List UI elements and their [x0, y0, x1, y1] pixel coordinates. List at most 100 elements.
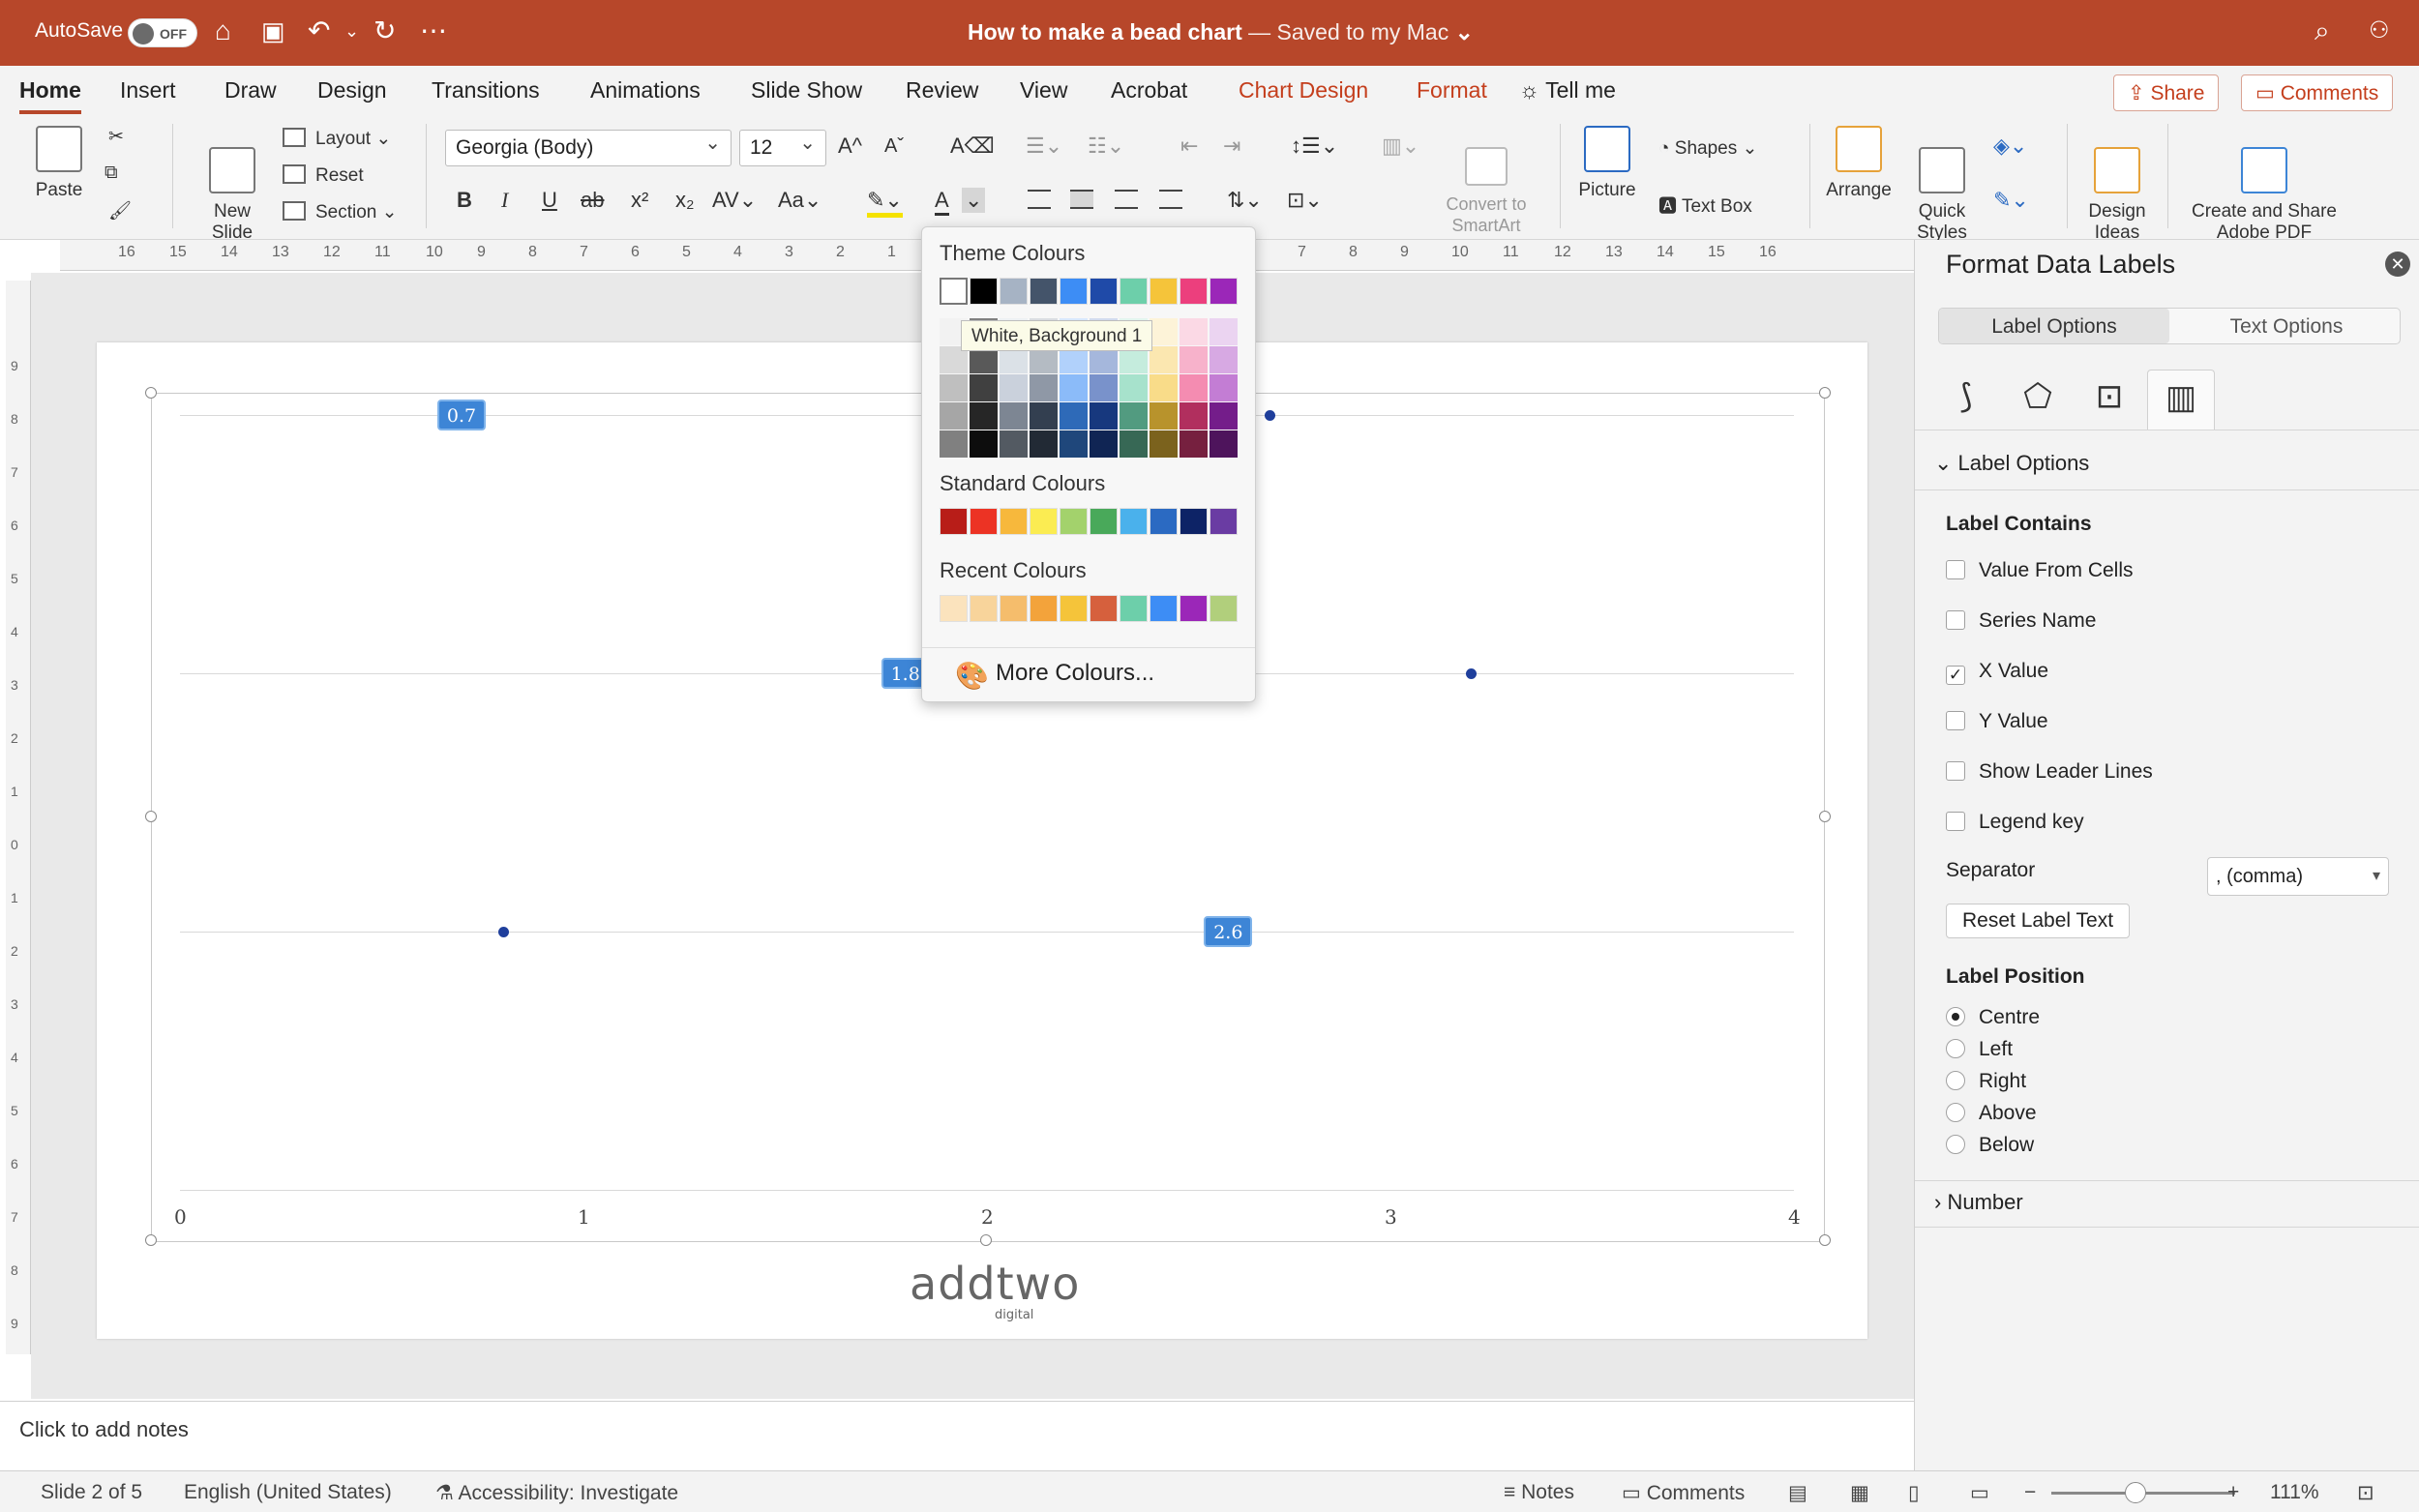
section-button[interactable]: Section ⌄ [283, 201, 398, 223]
resize-handle[interactable] [145, 1234, 157, 1246]
decrease-indent-icon[interactable]: ⇤ [1180, 133, 1198, 159]
zoom-out-icon[interactable]: − [2024, 1481, 2036, 1504]
colour-swatch[interactable] [1060, 402, 1088, 430]
strikethrough-icon[interactable]: ab [581, 188, 604, 213]
picture-button[interactable]: Picture [1571, 126, 1643, 201]
colour-swatch[interactable] [1030, 508, 1058, 535]
design-ideas-button[interactable]: Design Ideas [2078, 126, 2156, 244]
resize-handle[interactable] [980, 1234, 992, 1246]
colour-swatch[interactable] [1150, 402, 1178, 430]
text-box-button[interactable]: 🅰 Text Box [1658, 192, 1752, 218]
align-right-icon[interactable] [1115, 190, 1138, 209]
character-spacing-icon[interactable]: AV⌄ [712, 188, 757, 213]
number-section[interactable]: › Number [1934, 1190, 2023, 1215]
label-options-icon[interactable]: ▥ [2147, 370, 2215, 430]
colour-swatch[interactable] [1090, 508, 1118, 535]
size-properties-icon[interactable]: ⊡ [2076, 370, 2143, 430]
resize-handle[interactable] [145, 387, 157, 399]
tab-slide-show[interactable]: Slide Show [751, 77, 862, 104]
colour-swatch[interactable] [1150, 346, 1178, 373]
tab-label-options[interactable]: Label Options [1939, 309, 2169, 343]
numbering-icon[interactable]: ☷⌄ [1088, 133, 1124, 159]
label-position-option[interactable]: Right [1946, 1070, 2026, 1093]
label-contains-option[interactable]: Series Name [1946, 609, 2096, 633]
colour-swatch[interactable] [1120, 430, 1148, 458]
resize-handle[interactable] [1819, 811, 1831, 822]
bold-icon[interactable]: B [457, 188, 472, 213]
colour-swatch[interactable] [970, 278, 998, 305]
colour-swatch[interactable] [970, 430, 998, 458]
label-contains-option[interactable]: Show Leader Lines [1946, 760, 2153, 784]
colour-swatch[interactable] [1000, 278, 1028, 305]
colour-swatch[interactable] [1000, 508, 1028, 535]
colour-swatch[interactable] [1180, 402, 1208, 430]
zoom-in-icon[interactable]: + [2227, 1481, 2239, 1504]
font-name-select[interactable]: Georgia (Body) [445, 130, 732, 166]
colour-swatch[interactable] [940, 508, 968, 535]
data-label[interactable]: 0.7 [436, 400, 487, 430]
highlight-icon[interactable]: ✎⌄ [867, 188, 903, 218]
colour-swatch[interactable] [1210, 430, 1238, 458]
text-direction-icon[interactable]: ⇅⌄ [1227, 188, 1263, 213]
share-button[interactable]: ⇪ Share [2113, 74, 2220, 111]
label-contains-option[interactable]: Legend key [1946, 811, 2084, 834]
tab-home[interactable]: Home [19, 77, 81, 114]
slideshow-icon[interactable]: ▭ [1970, 1481, 1989, 1505]
shape-fill-icon[interactable]: ◈⌄ [1993, 133, 2027, 159]
save-icon[interactable]: ▣ [261, 15, 285, 46]
autosave-toggle[interactable]: OFF [128, 18, 197, 47]
create-pdf-button[interactable]: Create and Share Adobe PDF [2179, 126, 2349, 244]
colour-swatch[interactable] [1150, 278, 1178, 305]
redo-icon[interactable]: ↻ [373, 15, 396, 46]
colour-swatch[interactable] [1090, 402, 1118, 430]
tab-draw[interactable]: Draw [224, 77, 277, 104]
tab-chart-design[interactable]: Chart Design [1239, 77, 1368, 104]
colour-swatch[interactable] [970, 402, 998, 430]
tab-text-options[interactable]: Text Options [2171, 309, 2402, 343]
tab-design[interactable]: Design [317, 77, 387, 104]
colour-swatch[interactable] [1150, 508, 1178, 535]
colour-swatch[interactable] [1180, 374, 1208, 401]
align-left-icon[interactable] [1028, 190, 1051, 209]
colour-swatch[interactable] [1210, 318, 1238, 345]
normal-view-icon[interactable]: ▤ [1788, 1481, 1807, 1505]
colour-swatch[interactable] [1120, 278, 1148, 305]
colour-swatch[interactable] [1210, 346, 1238, 373]
checkbox[interactable] [1946, 761, 1965, 781]
colour-swatch[interactable] [1030, 402, 1058, 430]
copy-icon[interactable]: ⧉ [105, 163, 118, 184]
italic-icon[interactable]: I [501, 188, 508, 213]
quick-styles-button[interactable]: Quick Styles [1908, 126, 1976, 244]
colour-swatch[interactable] [940, 278, 968, 305]
label-contains-option[interactable]: Value From Cells [1946, 559, 2134, 582]
slide-sorter-icon[interactable]: ▦ [1850, 1481, 1869, 1505]
shapes-button[interactable]: ◔ Shapes ⌄ [1658, 137, 1757, 160]
label-position-option[interactable]: Left [1946, 1038, 2013, 1061]
tab-insert[interactable]: Insert [120, 77, 176, 104]
comments-toggle[interactable]: ▭ Comments [1622, 1481, 1745, 1505]
label-contains-option[interactable]: ✓ X Value [1946, 660, 2048, 685]
checkbox[interactable] [1946, 610, 1965, 630]
cut-icon[interactable]: ✂ [108, 126, 124, 148]
font-size-select[interactable]: 12 [739, 130, 826, 166]
increase-indent-icon[interactable]: ⇥ [1223, 133, 1240, 159]
colour-swatch[interactable] [970, 595, 998, 622]
increase-font-icon[interactable]: A^ [838, 133, 862, 159]
colour-swatch[interactable] [1180, 278, 1208, 305]
line-spacing-icon[interactable]: ↕☰⌄ [1291, 133, 1338, 159]
colour-swatch[interactable] [940, 374, 968, 401]
tab-animations[interactable]: Animations [590, 77, 701, 104]
colour-swatch[interactable] [1090, 278, 1118, 305]
data-label[interactable]: 2.6 [1204, 916, 1253, 947]
colour-swatch[interactable] [1120, 508, 1148, 535]
radio-button[interactable] [1946, 1071, 1965, 1090]
zoom-level[interactable]: 111% [2270, 1481, 2319, 1504]
align-text-icon[interactable]: ⊡⌄ [1287, 188, 1323, 213]
colour-swatch[interactable] [1060, 278, 1088, 305]
colour-swatch[interactable] [1150, 374, 1178, 401]
colour-swatch[interactable] [940, 402, 968, 430]
colour-swatch[interactable] [1210, 278, 1238, 305]
colour-swatch[interactable] [1150, 318, 1178, 345]
label-contains-option[interactable]: Y Value [1946, 710, 2048, 733]
label-position-option[interactable]: Below [1946, 1134, 2034, 1157]
